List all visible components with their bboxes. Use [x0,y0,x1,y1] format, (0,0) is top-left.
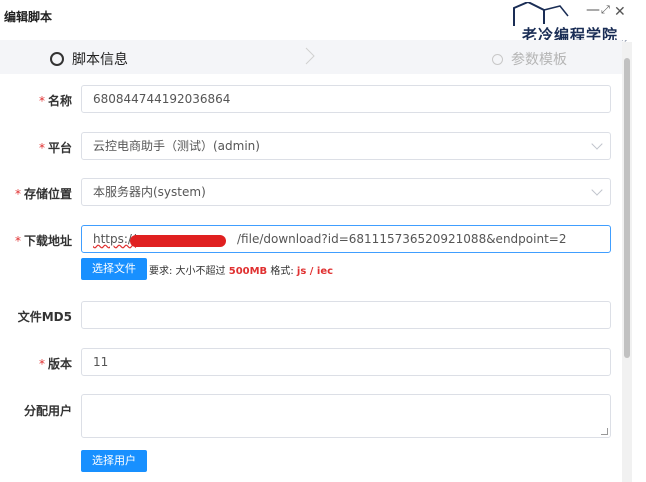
name-input[interactable]: 680844744192036864 [81,85,611,113]
name-label: * 名称 [38,94,72,108]
step-circle-icon [50,52,64,66]
version-input[interactable]: 11 [81,348,611,376]
minimize-button[interactable]: — [586,2,600,18]
storage-label: * 存储位置 [14,187,72,201]
chevron-right-icon [305,47,315,65]
step-script-info[interactable]: 脚本信息 [50,49,128,69]
assign-users-textarea[interactable] [81,394,611,438]
platform-value: 云控电商助手（测试）(admin) [93,139,260,153]
step-param-template[interactable]: 参数模板 [492,49,567,69]
close-button[interactable]: ✕ [614,4,626,20]
chevron-down-icon [591,138,603,150]
step-label: 参数模板 [511,52,567,68]
version-label: * 版本 [38,357,72,371]
md5-input[interactable] [81,301,611,329]
storage-value: 本服务器内(system) [93,185,206,199]
expand-icon[interactable]: ⤢ [601,3,610,17]
edit-script-dialog: 编辑脚本 老冷编程学院 LAOLENG PROGRAMMING COLLEGE … [0,0,646,482]
dialog-title: 编辑脚本 [4,10,53,24]
storage-select[interactable]: 本服务器内(system) [81,178,611,206]
download-label: * 下载地址 [14,234,72,248]
chevron-down-icon [591,184,603,196]
platform-label: * 平台 [38,141,72,155]
assign-users-label: 分配用户 [23,404,72,418]
scrollbar-thumb[interactable] [624,58,630,358]
redaction-mark [130,235,226,247]
choose-users-button[interactable]: 选择用户 [81,450,147,472]
md5-label: 文件MD5 [17,310,72,324]
steps-bar: 脚本信息 参数模板 [0,40,622,74]
choose-file-button[interactable]: 选择文件 [81,258,147,280]
file-requirement-hint: 要求: 大小不超过 500MB 格式: js / iec [149,266,334,277]
step-circle-icon [492,53,503,65]
download-url-suffix: /file/download?id=681115736520921088&end… [237,232,567,246]
step-label: 脚本信息 [72,52,128,68]
resize-handle-icon[interactable] [601,428,608,435]
platform-select[interactable]: 云控电商助手（测试）(admin) [81,132,611,160]
